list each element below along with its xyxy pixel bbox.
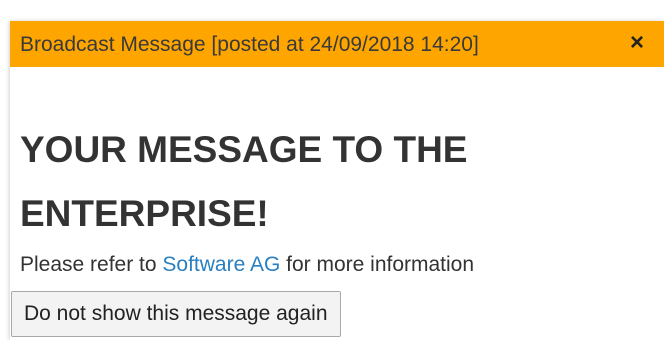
close-icon[interactable]: × bbox=[626, 31, 648, 55]
dialog-title: Broadcast Message [posted at 24/09/2018 … bbox=[20, 33, 479, 56]
dialog-titlebar: Broadcast Message [posted at 24/09/2018 … bbox=[10, 21, 664, 67]
do-not-show-again-button[interactable]: Do not show this message again bbox=[11, 291, 341, 337]
message-heading: YOUR MESSAGE TO THE ENTERPRISE! bbox=[20, 129, 468, 234]
info-prefix: Please refer to bbox=[20, 253, 163, 276]
info-line: Please refer to Software AG for more inf… bbox=[20, 253, 474, 277]
software-ag-link[interactable]: Software AG bbox=[162, 253, 280, 276]
broadcast-message-dialog: Broadcast Message [posted at 24/09/2018 … bbox=[10, 21, 664, 340]
info-suffix: for more information bbox=[280, 253, 475, 276]
